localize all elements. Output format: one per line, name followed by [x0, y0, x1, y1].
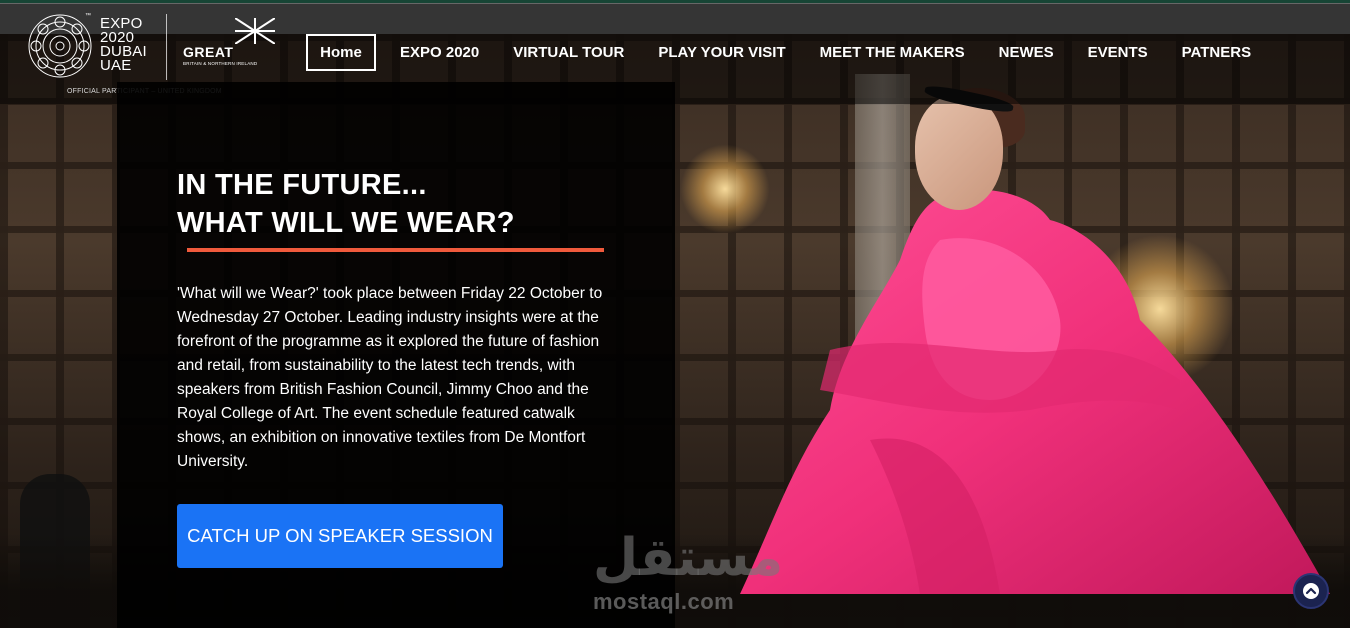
- nav-partners[interactable]: PATNERS: [1182, 34, 1251, 71]
- expo-wordmark: EXPO 2020 DUBAI UAE: [100, 16, 147, 74]
- hero-description: 'What will we Wear?' took place between …: [177, 285, 603, 470]
- headline-line-1: IN THE FUTURE...: [177, 169, 427, 201]
- logo-divider: [166, 14, 167, 80]
- chevron-up-icon: [1303, 583, 1319, 599]
- headline-underline: [187, 248, 604, 252]
- nav-news[interactable]: NEWES: [999, 34, 1054, 71]
- main-nav: Home EXPO 2020 VIRTUAL TOUR PLAY YOUR VI…: [306, 34, 1251, 71]
- great-britain-logo[interactable]: GREAT BRITAIN & NORTHERN IRELAND: [183, 18, 283, 68]
- nav-expo-2020[interactable]: EXPO 2020: [400, 34, 479, 71]
- watermark-arabic: مستقل: [593, 528, 784, 588]
- nav-play-your-visit[interactable]: PLAY YOUR VISIT: [658, 34, 785, 71]
- expo-rosette-icon[interactable]: [27, 13, 93, 79]
- nav-virtual-tour[interactable]: VIRTUAL TOUR: [513, 34, 624, 71]
- expo-trademark: ™: [85, 13, 91, 19]
- nav-meet-the-makers[interactable]: MEET THE MAKERS: [820, 34, 965, 71]
- nav-home[interactable]: Home: [306, 34, 376, 71]
- pink-dress-model: [740, 189, 1330, 594]
- catch-up-speaker-session-button[interactable]: CATCH UP ON SPEAKER SESSION: [177, 504, 503, 568]
- great-label: GREAT: [183, 44, 234, 60]
- hero-headline: IN THE FUTURE... WHAT WILL WE WEAR?: [177, 166, 515, 242]
- watermark-latin: mostaql.com: [593, 589, 735, 614]
- expo-line: UAE: [100, 57, 132, 74]
- great-subtitle: BRITAIN & NORTHERN IRELAND: [183, 61, 258, 66]
- union-flag-icon: [235, 18, 275, 44]
- scroll-to-top-button[interactable]: [1293, 573, 1329, 609]
- model-head: [915, 95, 1003, 210]
- headline-line-2: WHAT WILL WE WEAR?: [177, 207, 515, 239]
- nav-events[interactable]: EVENTS: [1088, 34, 1148, 71]
